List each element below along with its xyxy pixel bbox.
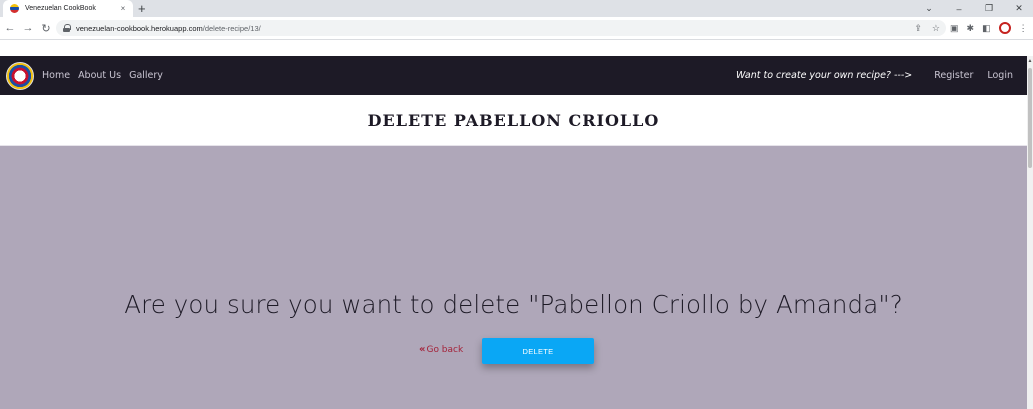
page-title: DELETE PABELLON CRIOLLO [367, 110, 660, 130]
share-icon[interactable]: ⇪ [914, 23, 922, 34]
nav-home-link[interactable]: Home [42, 70, 70, 81]
bookmark-star-icon[interactable]: ☆ [932, 23, 940, 34]
scroll-up-icon[interactable]: ▲ [1027, 56, 1033, 66]
tab-title: Venezuelan CookBook [25, 5, 96, 12]
page-top-gap [0, 39, 1033, 56]
url-text[interactable]: venezuelan-cookbook.herokuapp.com/delete… [76, 24, 261, 33]
address-bar[interactable]: venezuelan-cookbook.herokuapp.com/delete… [56, 20, 946, 36]
new-tab-icon[interactable]: + [138, 1, 146, 16]
extension-icons: ▣ ✱ ◧ ⋮ [950, 20, 1028, 36]
browser-tab[interactable]: Venezuelan CookBook × [3, 0, 133, 17]
url-host: venezuelan-cookbook.herokuapp.com [76, 23, 203, 33]
minimize-icon[interactable]: – [953, 4, 965, 14]
delete-confirmation-question: Are you sure you want to delete "Pabello… [124, 290, 903, 319]
screenshot-extension-icon[interactable]: ▣ [950, 23, 959, 34]
delete-confirmation-section: Are you sure you want to delete "Pabello… [0, 146, 1027, 409]
lock-icon[interactable] [63, 24, 71, 32]
tab-close-icon[interactable]: × [117, 4, 129, 13]
forward-icon[interactable]: → [20, 22, 36, 34]
back-icon[interactable]: ← [2, 22, 18, 34]
omnibox-icons: ⇪ ☆ [914, 20, 940, 36]
close-window-icon[interactable]: ✕ [1013, 3, 1025, 14]
double-chevron-left-icon: « [419, 344, 426, 355]
window-controls: ⌄ – ❐ ✕ [923, 0, 1025, 17]
browser-tabstrip: Venezuelan CookBook × + ⌄ – ❐ ✕ [0, 0, 1033, 17]
go-back-label: Go back [426, 344, 464, 355]
go-back-link[interactable]: « Go back [419, 344, 463, 355]
nav-right: Want to create your own recipe? ---> Reg… [736, 56, 1027, 95]
reload-icon[interactable]: ↻ [38, 22, 54, 35]
nav-links: Home About Us Gallery [42, 70, 163, 81]
register-link[interactable]: Register [934, 70, 973, 81]
nav-gallery-link[interactable]: Gallery [129, 70, 163, 81]
delete-button[interactable]: DELETE [482, 338, 594, 364]
scrollbar-thumb[interactable] [1028, 68, 1032, 168]
login-link[interactable]: Login [987, 70, 1013, 81]
url-path: /delete-recipe/13/ [202, 23, 261, 33]
side-panel-icon[interactable]: ◧ [982, 23, 991, 34]
page-scrollbar[interactable]: ▲ [1027, 56, 1033, 409]
create-recipe-cta[interactable]: Want to create your own recipe? ---> [736, 70, 912, 81]
tab-search-icon[interactable]: ⌄ [923, 3, 935, 14]
site-navbar: Home About Us Gallery Want to create you… [0, 56, 1027, 95]
browser-toolbar: ← → ↻ venezuelan-cookbook.herokuapp.com/… [0, 17, 1033, 39]
venezuela-flag-favicon-icon [10, 4, 19, 13]
title-banner: DELETE PABELLON CRIOLLO [0, 95, 1027, 146]
browser-menu-icon[interactable]: ⋮ [1019, 23, 1028, 34]
cookbook-logo[interactable] [6, 61, 34, 90]
extensions-puzzle-icon[interactable]: ✱ [967, 23, 975, 34]
nav-about-link[interactable]: About Us [78, 70, 121, 81]
restore-icon[interactable]: ❐ [983, 3, 995, 14]
profile-avatar[interactable] [998, 22, 1011, 34]
